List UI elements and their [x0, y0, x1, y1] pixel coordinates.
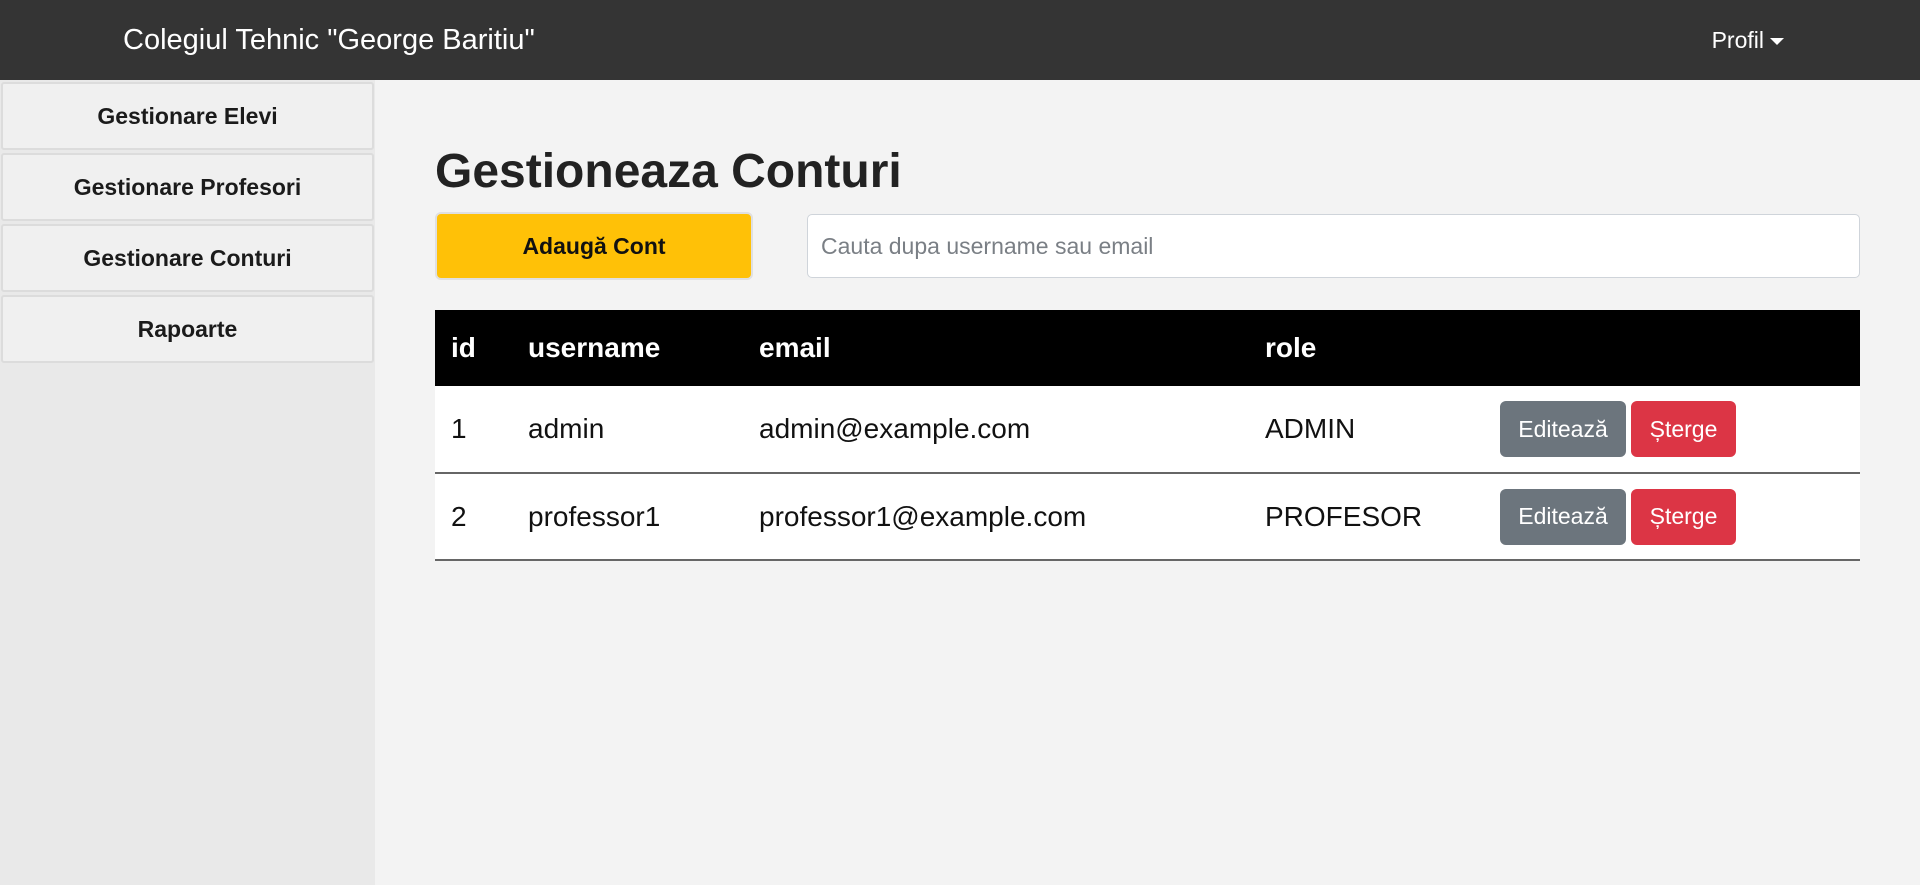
header-username: username [528, 332, 661, 363]
cell-username: admin [528, 413, 605, 444]
add-account-button[interactable]: Adaugă Cont [435, 212, 753, 280]
cell-email: admin@example.com [759, 413, 1031, 444]
brand-title[interactable]: Colegiul Tehnic "George Baritiu" [123, 24, 535, 57]
table-row: 2 professor1 professor1@example.com PROF… [435, 473, 1860, 560]
sidebar-item-elevi[interactable]: Gestionare Elevi [1, 82, 374, 150]
accounts-table: id username email role 1 admin admin@exa… [435, 310, 1860, 561]
sidebar-item-profesori[interactable]: Gestionare Profesori [1, 153, 374, 221]
cell-actions: Editează Șterge [1484, 473, 1860, 560]
page-title: Gestioneaza Conturi [435, 145, 902, 198]
cell-email: professor1@example.com [759, 500, 1087, 532]
sidebar-item-rapoarte[interactable]: Rapoarte [1, 295, 374, 363]
edit-button[interactable]: Editează [1500, 401, 1626, 457]
cell-id: 2 [451, 500, 467, 532]
sidebar: Gestionare Elevi Gestionare Profesori Ge… [0, 80, 375, 885]
cell-role: ADMIN [1265, 413, 1356, 444]
cell-id: 1 [451, 413, 467, 444]
sidebar-item-conturi[interactable]: Gestionare Conturi [1, 224, 374, 292]
profile-dropdown[interactable]: Profil [1712, 27, 1784, 54]
table-header-row: id username email role [435, 310, 1860, 386]
search-input[interactable] [807, 214, 1860, 278]
edit-button[interactable]: Editează [1500, 488, 1626, 545]
top-navbar: Colegiul Tehnic "George Baritiu" Profil [0, 0, 1920, 80]
cell-username: professor1 [528, 500, 661, 532]
cell-role: PROFESOR [1265, 500, 1423, 532]
header-id: id [451, 332, 476, 363]
delete-button[interactable]: Șterge [1631, 401, 1736, 457]
table-row: 1 admin admin@example.com ADMIN Editează… [435, 386, 1860, 473]
header-role: role [1265, 332, 1317, 363]
cell-actions: Editează Șterge [1484, 386, 1860, 473]
header-email: email [759, 332, 831, 363]
header-actions [1484, 310, 1860, 386]
caret-down-icon [1770, 37, 1784, 45]
profile-label: Profil [1711, 26, 1764, 53]
delete-button[interactable]: Șterge [1631, 488, 1736, 545]
